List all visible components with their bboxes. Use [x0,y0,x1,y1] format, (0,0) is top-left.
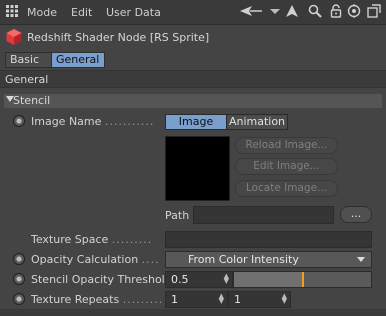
image-name-label: Image Name ........... [31,115,155,128]
image-name-animate-radio[interactable] [13,115,25,127]
lock-icon[interactable] [328,3,344,19]
texture-repeats-v-field[interactable]: 1 ▲ ▼ [228,291,291,308]
search-icon[interactable] [307,3,323,19]
texture-repeats-u-field[interactable]: 1 ▲ ▼ [165,291,228,308]
menu-user-data[interactable]: User Data [106,6,161,19]
menu-mode[interactable]: Mode [27,6,57,19]
threshold-value: 0.5 [171,273,189,286]
section-title: General [5,73,49,86]
new-window-icon[interactable] [366,3,382,19]
threshold-number-field[interactable]: 0.5 ▲ ▼ [165,271,233,288]
texture-space-label: Texture Space ......... [31,233,153,246]
section-header-general: General [0,70,386,88]
bottom-border [0,309,386,316]
attribute-header: Redshift Shader Node [RS Sprite] Basic G… [0,25,386,69]
opacity-calculation-value: From Color Intensity [188,253,299,266]
grid-menu-icon[interactable] [4,3,20,19]
stencil-opacity-threshold-label: Stencil Opacity Threshold [31,273,172,286]
target-icon[interactable] [346,3,362,19]
back-arrow-icon[interactable] [238,3,264,19]
threshold-slider-handle[interactable] [302,272,304,287]
threshold-animate-radio[interactable] [13,273,25,285]
image-mode-button[interactable]: Image [165,114,227,130]
spinner-arrows-icon[interactable]: ▲ ▼ [282,293,287,305]
locate-image-button[interactable]: Locate Image... [235,180,338,197]
history-dropdown-icon[interactable] [267,3,283,19]
threshold-slider-fill [234,272,303,287]
redshift-logo-icon [6,29,22,45]
menu-edit[interactable]: Edit [71,6,92,19]
opacity-calculation-dropdown[interactable]: From Color Intensity [165,251,372,268]
group-title: Stencil [13,94,51,107]
tab-basic[interactable]: Basic [5,52,53,68]
browse-button[interactable]: ... [340,206,372,223]
path-label: Path [165,209,190,222]
up-arrow-icon[interactable] [284,3,300,19]
node-title: Redshift Shader Node [RS Sprite] [27,31,210,44]
texture-repeats-label: Texture Repeats ......... [31,293,164,306]
threshold-slider[interactable] [233,271,372,288]
chevron-down-icon [357,257,365,262]
opacity-calc-animate-radio[interactable] [13,253,25,265]
texture-repeats-u-value: 1 [171,293,178,306]
spinner-arrows-icon[interactable]: ▲ ▼ [219,293,224,305]
path-input[interactable] [193,206,334,224]
opacity-calculation-label: Opacity Calculation .... [31,253,160,266]
reload-image-button[interactable]: Reload Image... [235,137,338,154]
texture-repeats-v-value: 1 [234,293,241,306]
image-preview [165,136,230,201]
texture-space-field[interactable] [165,231,372,248]
group-header-stencil[interactable]: Stencil [4,94,382,108]
edit-image-button[interactable]: Edit Image... [235,158,338,175]
menu-bar: Mode Edit User Data [0,0,386,25]
animation-mode-button[interactable]: Animation [226,114,288,130]
tab-general[interactable]: General [51,52,105,68]
texture-repeats-animate-radio[interactable] [13,293,25,305]
spinner-arrows-icon[interactable]: ▲ ▼ [224,273,229,285]
